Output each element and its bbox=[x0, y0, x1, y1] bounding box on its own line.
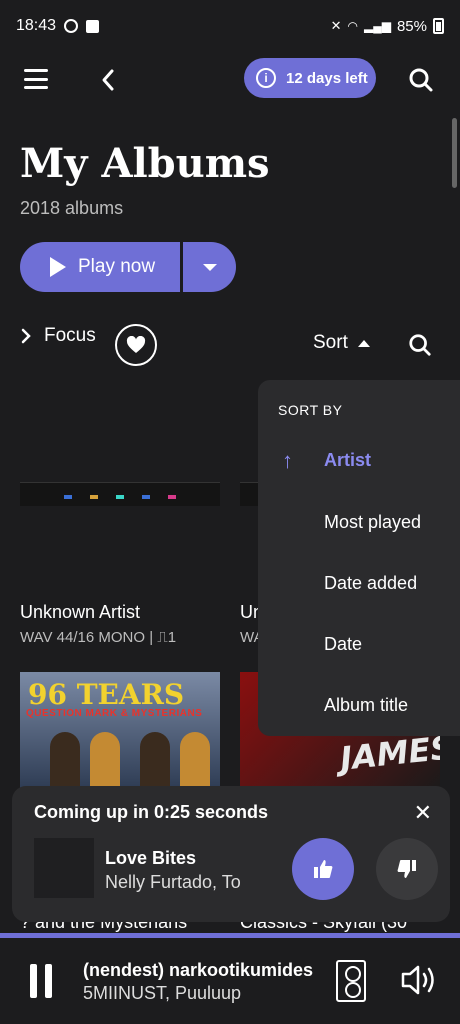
sort-button[interactable]: Sort bbox=[313, 332, 370, 354]
sort-option-album-title[interactable]: Album title bbox=[324, 695, 408, 716]
chevron-up-icon bbox=[357, 339, 370, 347]
page-title: My Albums bbox=[20, 140, 270, 187]
focus-button[interactable]: Focus bbox=[20, 325, 96, 347]
menu-icon[interactable] bbox=[24, 69, 48, 89]
favorites-filter-button[interactable] bbox=[115, 324, 157, 366]
battery-icon bbox=[433, 18, 444, 34]
up-next-artist: Nelly Furtado, To bbox=[105, 872, 241, 892]
album-card[interactable]: Unknown Artist WAV 44/16 MONO | ⎍1 bbox=[20, 452, 220, 646]
pause-icon[interactable] bbox=[30, 964, 52, 998]
chevron-down-icon bbox=[202, 263, 217, 271]
play-options-button[interactable] bbox=[183, 242, 236, 292]
sort-menu: SORT BY ↑ Artist Most played Date added … bbox=[258, 380, 460, 736]
up-next-song: Love Bites bbox=[105, 848, 197, 868]
wifi-icon: ◠ bbox=[347, 19, 358, 33]
thumbs-down-button[interactable] bbox=[376, 838, 438, 900]
trial-label: 12 days left bbox=[286, 69, 368, 87]
thumbs-up-icon bbox=[314, 860, 333, 878]
now-playing-bar[interactable]: (nendest) narkootikumides 5MIINUST, Puul… bbox=[0, 938, 460, 1024]
signal-icon: ▂▄▆ bbox=[364, 19, 391, 33]
dnd-icon bbox=[64, 19, 79, 33]
search-icon[interactable] bbox=[408, 333, 432, 357]
battery-percent: 85% bbox=[396, 17, 427, 35]
thumbs-down-icon bbox=[397, 860, 416, 878]
focus-label: Focus bbox=[44, 325, 96, 346]
album-title: Unknown Artist bbox=[20, 602, 141, 622]
cover-title: 96 TEARS bbox=[28, 678, 185, 711]
close-icon[interactable]: ✕ bbox=[414, 800, 432, 826]
top-bar: i 12 days left bbox=[0, 52, 460, 108]
now-playing-title: (nendest) narkootikumides bbox=[83, 960, 313, 980]
album-count: 2018 albums bbox=[20, 198, 124, 218]
sort-option-artist[interactable]: Artist bbox=[324, 450, 371, 471]
now-playing-artist: 5MIINUST, Puuluup bbox=[83, 983, 242, 1003]
sort-option-date-added[interactable]: Date added bbox=[324, 573, 417, 594]
thumbs-up-button[interactable] bbox=[292, 838, 354, 900]
gallery-notification-icon bbox=[86, 19, 100, 33]
album-cover bbox=[20, 452, 220, 592]
trial-days-button[interactable]: i 12 days left bbox=[244, 58, 376, 98]
album-meta: WAV 44/16 MONO | ⎍1 bbox=[20, 629, 177, 646]
heart-icon bbox=[126, 336, 146, 353]
cover-subtitle: QUESTION MARK & MYSTERIANS bbox=[26, 708, 203, 719]
info-icon: i bbox=[256, 68, 276, 88]
play-icon bbox=[50, 257, 66, 277]
search-icon[interactable] bbox=[408, 67, 434, 93]
up-next-thumbnail bbox=[34, 838, 94, 898]
up-next-header: Coming up in 0:25 seconds bbox=[34, 802, 269, 822]
mute-icon: ✕ bbox=[330, 18, 342, 33]
scrollbar[interactable] bbox=[452, 118, 457, 188]
album-cover-96-tears[interactable]: 96 TEARS QUESTION MARK & MYSTERIANS bbox=[20, 672, 220, 792]
status-bar: 18:43 ✕ ◠ ▂▄▆ 85% bbox=[0, 0, 460, 52]
play-now-button[interactable]: Play now bbox=[20, 242, 180, 292]
chevron-right-icon bbox=[21, 328, 31, 344]
play-now-label: Play now bbox=[78, 256, 156, 277]
sort-option-most-played[interactable]: Most played bbox=[324, 512, 421, 533]
up-next-card: Coming up in 0:25 seconds ✕ Love Bites N… bbox=[12, 786, 450, 922]
sort-menu-header: SORT BY bbox=[278, 402, 343, 418]
volume-icon[interactable] bbox=[400, 962, 440, 998]
speaker-icon[interactable] bbox=[336, 960, 366, 1002]
status-time: 18:43 bbox=[16, 17, 57, 34]
sort-label: Sort bbox=[313, 332, 348, 353]
back-icon[interactable] bbox=[100, 68, 116, 92]
sort-option-date[interactable]: Date bbox=[324, 634, 362, 655]
arrow-up-icon: ↑ bbox=[282, 448, 293, 473]
